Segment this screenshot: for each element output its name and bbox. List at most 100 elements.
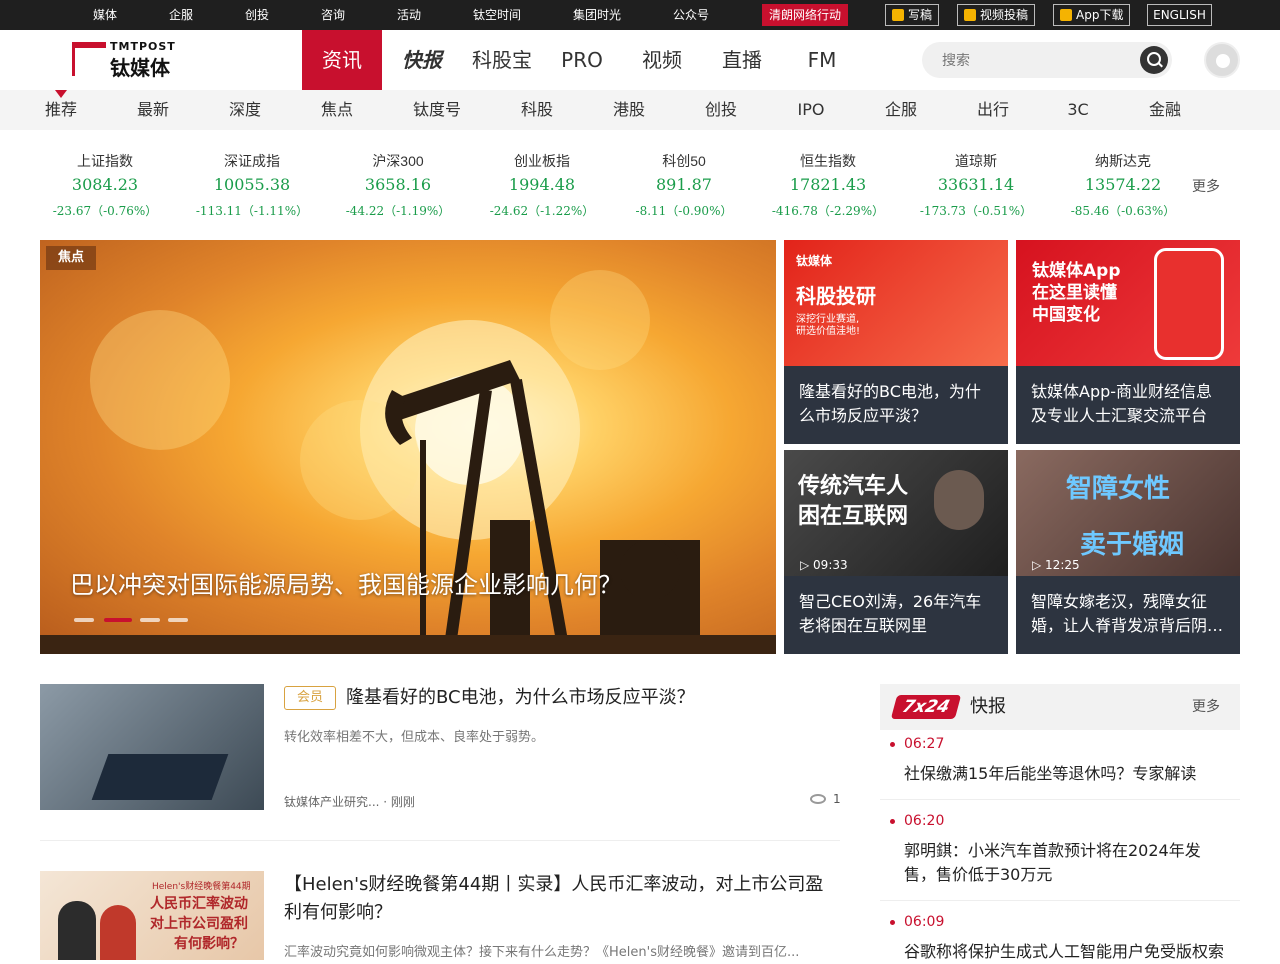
category-focus[interactable]: 焦点	[316, 90, 358, 130]
video-duration: ▷ 09:33	[800, 558, 848, 572]
nav-news[interactable]: 资讯	[302, 30, 382, 90]
category-taiduhao[interactable]: 钛度号	[406, 90, 468, 130]
view-count: 1	[833, 792, 841, 806]
focus-tag: 焦点	[46, 246, 96, 270]
article-item[interactable]: Helen's财经晚餐第44期 人民币汇率波动 对上市公司盈利 有何影响？ 【H…	[40, 871, 840, 960]
nav-fm[interactable]: FM	[792, 30, 852, 90]
thumb-text: 人民币汇率波动	[150, 896, 248, 912]
search-input[interactable]	[922, 42, 1132, 78]
index-name: 沪深300	[372, 153, 424, 169]
bullet-icon	[890, 920, 895, 925]
hero-title[interactable]: 巴以冲突对国际能源局势、我国能源企业影响几何？	[70, 565, 622, 600]
article-item[interactable]: 会员 隆基看好的BC电池，为什么市场反应平淡？ 转化效率相差不大，但成本、良率处…	[40, 684, 841, 810]
category-latest[interactable]: 最新	[132, 90, 174, 130]
category-stock[interactable]: 科股	[516, 90, 558, 130]
top-link-wechat[interactable]: 公众号	[673, 0, 709, 30]
nav-kegubao[interactable]: 科股宝	[462, 30, 542, 90]
host-figure	[100, 905, 136, 960]
article-title[interactable]: 【Helen's财经晚餐第44期丨实录】人民币汇率波动，对上市公司盈利有何影响？	[284, 871, 840, 927]
category-venture[interactable]: 创投	[700, 90, 742, 130]
index-change: -24.62（-1.22%）	[489, 204, 595, 218]
card-image-text: 传统汽车人	[798, 474, 909, 499]
index-value: 3084.23	[71, 175, 139, 194]
index-sh[interactable]: 上证指数 3084.23 -23.67（-0.76%）	[35, 150, 175, 222]
solar-panel-shape	[91, 754, 229, 800]
carousel-dot[interactable]	[74, 618, 94, 622]
logo-mark-icon	[72, 42, 106, 76]
video-submit-button[interactable]: 视频投稿	[957, 4, 1036, 26]
card-image-text: 研选价值洼地!	[796, 326, 861, 337]
index-chinext[interactable]: 创业板指 1994.48 -24.62（-1.22%）	[472, 150, 612, 222]
flash-more-link[interactable]: 更多	[1192, 684, 1220, 730]
category-3c[interactable]: 3C	[1060, 90, 1096, 130]
category-mobility[interactable]: 出行	[972, 90, 1014, 130]
top-link-events[interactable]: 活动	[397, 0, 421, 30]
carousel-dot-active[interactable]	[104, 618, 132, 622]
card-zhiji-ceo[interactable]: 传统汽车人 困在互联网 ▷ 09:33 智己CEO刘涛，26年汽车老将困在互联网…	[784, 450, 1008, 654]
carousel-dot[interactable]	[140, 618, 160, 622]
card-image: 钛媒体 科股投研 深挖行业赛道, 研选价值洼地!	[784, 240, 1008, 366]
divider	[880, 799, 1240, 800]
app-download-button[interactable]: App下载	[1053, 4, 1131, 26]
video-duration: ▷ 12:25	[1032, 558, 1080, 572]
top-link-enterprise[interactable]: 企服	[169, 0, 193, 30]
flash-time: 06:09	[904, 914, 945, 930]
index-name: 创业板指	[514, 153, 570, 169]
index-sz[interactable]: 深证成指 10055.38 -113.11（-1.11%）	[182, 150, 322, 222]
card-image-text: 智障女性	[1066, 474, 1171, 504]
nav-live[interactable]: 直播	[712, 30, 772, 90]
index-hs300[interactable]: 沪深300 3658.16 -44.22（-1.19%）	[328, 150, 468, 222]
top-link-space-time[interactable]: 钛空时间	[473, 0, 521, 30]
active-indicator-icon	[55, 90, 67, 98]
top-link-media[interactable]: 媒体	[93, 0, 117, 30]
card-app[interactable]: 钛媒体App 在这里读懂 中国变化 钛媒体App-商业财经信息及专业人士汇聚交流…	[1016, 240, 1240, 444]
card-bc-battery[interactable]: 钛媒体 科股投研 深挖行业赛道, 研选价值洼地! 隆基看好的BC电池，为什么市场…	[784, 240, 1008, 444]
hero-banner[interactable]: 焦点 巴以冲突对国际能源局势、我国能源企业影响几何？	[40, 240, 776, 654]
index-name: 道琼斯	[955, 153, 997, 169]
flash-time: 06:20	[904, 813, 945, 829]
carousel-dot[interactable]	[168, 618, 188, 622]
index-star50[interactable]: 科创50 891.87 -8.11（-0.90%）	[614, 150, 754, 222]
index-name: 纳斯达克	[1095, 153, 1151, 169]
card-marriage[interactable]: 智障女性 卖于婚姻 ▷ 12:25 智障女嫁老汉，残障女征婚，让人脊背发凉背后阴…	[1016, 450, 1240, 654]
clean-network-link[interactable]: 清朗网络行动	[762, 4, 848, 26]
video-icon	[964, 9, 976, 21]
phone-icon	[1154, 248, 1224, 360]
top-link-venture[interactable]: 创投	[245, 0, 269, 30]
nav-flash[interactable]: 快报	[392, 30, 452, 90]
search-box[interactable]	[922, 42, 1172, 78]
top-link-group-time[interactable]: 集团时光	[573, 0, 621, 30]
pen-icon	[892, 9, 904, 21]
nav-pro[interactable]: PRO	[552, 30, 612, 90]
user-avatar[interactable]	[1204, 42, 1240, 78]
search-icon[interactable]	[1140, 46, 1168, 74]
article-thumbnail[interactable]	[40, 684, 264, 810]
category-depth[interactable]: 深度	[224, 90, 266, 130]
member-badge: 会员	[284, 686, 336, 710]
article-thumbnail[interactable]: Helen's财经晚餐第44期 人民币汇率波动 对上市公司盈利 有何影响？	[40, 871, 264, 960]
category-finance[interactable]: 金融	[1144, 90, 1186, 130]
category-enterprise[interactable]: 企服	[880, 90, 922, 130]
top-link-consult[interactable]: 咨询	[321, 0, 345, 30]
index-change: -113.11（-1.11%）	[195, 204, 309, 218]
write-button[interactable]: 写稿	[885, 4, 940, 26]
play-icon: ▷	[800, 558, 814, 572]
divider	[880, 900, 1240, 901]
category-ipo[interactable]: IPO	[790, 90, 832, 130]
article-summary: 汇率波动究竟如何影响微观主体？接下来有什么走势？《Helen's财经晚餐》邀请到…	[284, 945, 800, 960]
download-icon	[1060, 9, 1072, 21]
category-hk[interactable]: 港股	[608, 90, 650, 130]
nav-video[interactable]: 视频	[632, 30, 692, 90]
index-dji[interactable]: 道琼斯 33631.14 -173.73（-0.51%）	[906, 150, 1046, 222]
index-value: 17821.43	[789, 175, 867, 194]
write-label: 写稿	[908, 8, 933, 22]
index-change: -8.11（-0.90%）	[635, 204, 733, 218]
article-title[interactable]: 隆基看好的BC电池，为什么市场反应平淡？	[346, 684, 695, 712]
index-value: 33631.14	[937, 175, 1015, 194]
host-figure	[58, 901, 96, 960]
index-nasdaq[interactable]: 纳斯达克 13574.22 -85.46（-0.63%）	[1053, 150, 1193, 222]
article-summary: 转化效率相差不大，但成本、良率处于弱势。	[284, 730, 545, 745]
indices-more-link[interactable]: 更多	[1192, 176, 1220, 196]
index-hsi[interactable]: 恒生指数 17821.43 -416.78（-2.29%）	[758, 150, 898, 222]
english-button[interactable]: ENGLISH	[1147, 4, 1212, 26]
